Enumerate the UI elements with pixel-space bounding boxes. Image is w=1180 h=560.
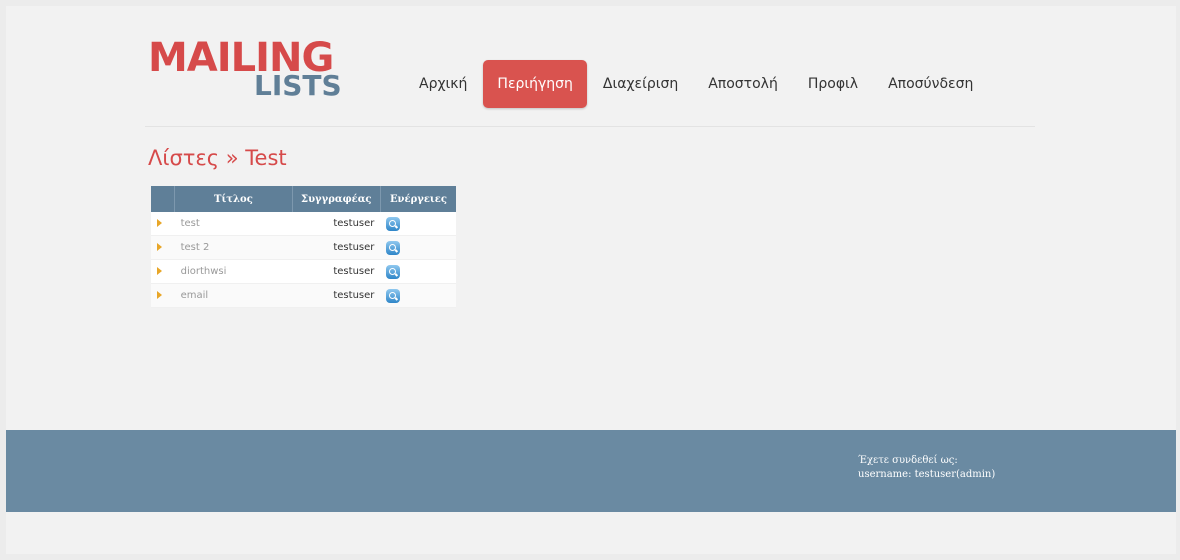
nav-item-profile[interactable]: Προφιλ bbox=[794, 60, 872, 108]
view-icon[interactable] bbox=[386, 264, 401, 279]
table-header-actions: Ενέργειες bbox=[380, 186, 456, 212]
row-title[interactable]: email bbox=[174, 283, 293, 308]
footer bbox=[6, 430, 1176, 512]
table-row: test testuser bbox=[151, 212, 456, 236]
row-arrow-icon bbox=[157, 266, 162, 275]
view-icon[interactable] bbox=[386, 240, 401, 255]
row-title[interactable]: test bbox=[174, 212, 293, 236]
view-icon[interactable] bbox=[386, 288, 401, 303]
nav-item-logout[interactable]: Αποσύνδεση bbox=[874, 60, 987, 108]
row-author: testuser bbox=[292, 212, 381, 236]
view-icon[interactable] bbox=[386, 216, 401, 231]
table-row: email testuser bbox=[151, 283, 456, 308]
header-divider bbox=[145, 126, 1035, 127]
table-header-spacer bbox=[151, 186, 176, 212]
footer-login-label: Έχετε συνδεθεί ως: bbox=[858, 455, 958, 466]
logo[interactable]: MAILING LISTS bbox=[148, 38, 342, 100]
table-header-title[interactable]: Τίτλος bbox=[174, 186, 293, 212]
table-row: diorthwsi testuser bbox=[151, 259, 456, 284]
row-author: testuser bbox=[292, 259, 381, 284]
nav-item-home[interactable]: Αρχική bbox=[405, 60, 481, 108]
row-author: testuser bbox=[292, 235, 381, 260]
table-row: test 2 testuser bbox=[151, 235, 456, 260]
footer-username: username: testuser(admin) bbox=[858, 469, 996, 480]
row-arrow-icon bbox=[157, 242, 162, 251]
nav-item-send[interactable]: Αποστολή bbox=[694, 60, 792, 108]
breadcrumb: Λίστες » Test bbox=[148, 146, 287, 170]
row-title[interactable]: test 2 bbox=[174, 235, 293, 260]
table-header-author[interactable]: Συγγραφέας bbox=[292, 186, 381, 212]
main-nav: Αρχική Περιήγηση Διαχείριση Αποστολή Προ… bbox=[405, 60, 989, 108]
footer-login-status: Έχετε συνδεθεί ως: username: testuser(ad… bbox=[858, 454, 995, 482]
row-arrow-icon bbox=[157, 290, 162, 299]
row-author: testuser bbox=[292, 283, 381, 308]
nav-item-browse[interactable]: Περιήγηση bbox=[483, 60, 587, 108]
row-title[interactable]: diorthwsi bbox=[174, 259, 293, 284]
lists-table: Τίτλος Συγγραφέας Ενέργειες test testuse… bbox=[151, 186, 456, 308]
logo-text-lists: LISTS bbox=[254, 69, 342, 102]
row-arrow-icon bbox=[157, 218, 162, 227]
nav-item-manage[interactable]: Διαχείριση bbox=[589, 60, 692, 108]
table-header-row: Τίτλος Συγγραφέας Ενέργειες bbox=[151, 186, 456, 212]
